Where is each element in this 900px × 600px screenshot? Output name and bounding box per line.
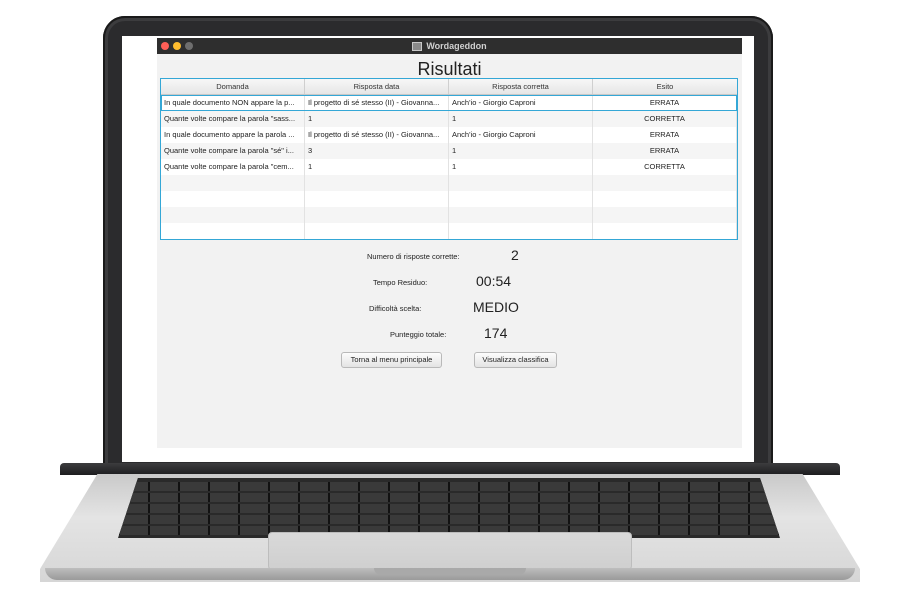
cell-risposta-corretta: Anch'io - Giorgio Caproni [449,95,593,111]
maximize-dot-icon[interactable] [185,42,193,50]
cell-esito: ERRATA [593,143,737,159]
remaining-time-value: 00:54 [476,273,512,289]
table-row[interactable]: Quante volte compare la parola "cem... 1… [161,159,737,175]
cell-risposta-data: 1 [305,111,449,127]
cell-domanda: Quante volte compare la parola "cem... [161,159,305,175]
cell-empty [593,223,737,239]
cell-risposta-data: 1 [305,159,449,175]
total-score-value: 174 [484,325,508,341]
cell-empty [593,207,737,223]
table-row[interactable]: In quale documento NON appare la p... Il… [161,95,737,111]
table-row-empty [161,191,737,207]
cell-risposta-data: Il progetto di sé stesso (II) - Giovanna… [305,95,449,111]
app-window: Wordageddon Risultati Domanda Risposta d… [157,38,742,448]
remaining-time-label: Tempo Residuo: [373,278,428,287]
laptop-notch [374,568,526,575]
app-window-icon [412,41,423,51]
cell-esito: CORRETTA [593,159,737,175]
cell-empty [305,223,449,239]
correct-answers-label: Numero di risposte corrette: [367,252,460,261]
cell-risposta-corretta: Anch'io - Giorgio Caproni [449,127,593,143]
minimize-dot-icon[interactable] [173,42,181,50]
close-dot-icon[interactable] [161,42,169,50]
window-title: Wordageddon [426,41,487,51]
correct-answers-value: 2 [511,247,519,263]
cell-empty [161,207,305,223]
cell-esito: ERRATA [593,95,737,111]
cell-domanda: Quante volte compare la parola "sass... [161,111,305,127]
cell-empty [593,191,737,207]
leaderboard-button[interactable]: Visualizza classifica [474,352,557,368]
laptop-trackpad [268,532,632,570]
cell-empty [449,191,593,207]
table-row-empty [161,223,737,239]
table-row[interactable]: Quante volte compare la parola "sass... … [161,111,737,127]
cell-domanda: Quante volte compare la parola "sé" i... [161,143,305,159]
results-table[interactable]: Domanda Risposta data Risposta corretta … [160,78,738,240]
table-body: In quale documento NON appare la p... Il… [161,95,737,239]
title-bar: Wordageddon [157,38,742,54]
cell-empty [305,191,449,207]
column-header-risposta-data[interactable]: Risposta data [305,79,449,94]
cell-empty [593,175,737,191]
cell-empty [449,175,593,191]
cell-empty [305,207,449,223]
main-menu-button[interactable]: Torna al menu principale [341,352,442,368]
table-row-empty [161,207,737,223]
cell-domanda: In quale documento appare la parola ... [161,127,305,143]
total-score-label: Punteggio totale: [390,330,447,339]
table-row-empty [161,175,737,191]
difficulty-value: MEDIO [473,299,519,315]
cell-empty [449,207,593,223]
cell-empty [305,175,449,191]
column-header-risposta-corretta[interactable]: Risposta corretta [449,79,593,94]
cell-risposta-data: 3 [305,143,449,159]
cell-empty [161,223,305,239]
cell-esito: ERRATA [593,127,737,143]
cell-empty [449,223,593,239]
cell-risposta-corretta: 1 [449,143,593,159]
cell-esito: CORRETTA [593,111,737,127]
cell-empty [161,191,305,207]
cell-risposta-corretta: 1 [449,111,593,127]
column-header-esito[interactable]: Esito [593,79,737,94]
page-title: Risultati [417,59,482,79]
cell-risposta-corretta: 1 [449,159,593,175]
cell-risposta-data: Il progetto di sé stesso (II) - Giovanna… [305,127,449,143]
laptop-keyboard [118,478,780,538]
cell-domanda: In quale documento NON appare la p... [161,95,305,111]
cell-empty [161,175,305,191]
table-header: Domanda Risposta data Risposta corretta … [161,79,737,95]
table-row[interactable]: Quante volte compare la parola "sé" i...… [161,143,737,159]
difficulty-label: Difficoltà scelta: [369,304,422,313]
column-header-domanda[interactable]: Domanda [161,79,305,94]
table-row[interactable]: In quale documento appare la parola ... … [161,127,737,143]
laptop-hinge [60,463,840,475]
